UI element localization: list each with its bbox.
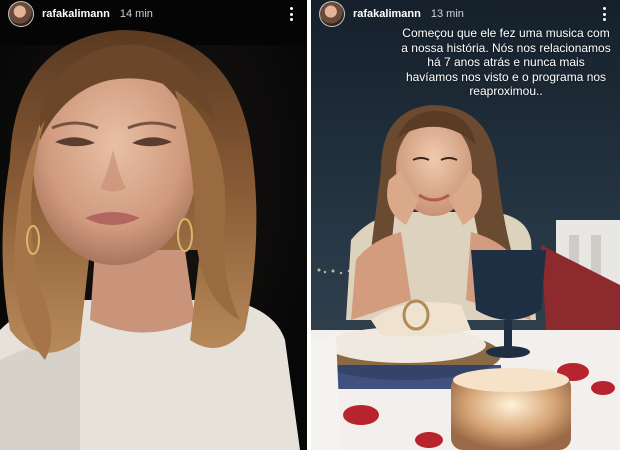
story-timestamp: 14 min <box>119 8 153 20</box>
story-caption: Começou que ele fez uma musica com a nos… <box>401 26 611 98</box>
profile-avatar[interactable] <box>8 1 34 27</box>
story-username[interactable]: rafakalimann <box>42 8 110 20</box>
vertical-ellipsis-icon[interactable] <box>283 5 299 23</box>
story-timestamp: 13 min <box>430 8 464 20</box>
story-photo-woman-closeup <box>0 0 307 450</box>
story-header: rafakalimann 14 min <box>0 0 307 28</box>
vertical-ellipsis-icon[interactable] <box>596 5 612 23</box>
profile-avatar[interactable] <box>319 1 345 27</box>
story-username[interactable]: rafakalimann <box>353 8 421 20</box>
story-left[interactable]: rafakalimann 14 min <box>0 0 307 450</box>
story-right[interactable]: rafakalimann 13 min Começou que ele fez … <box>311 0 620 450</box>
story-header: rafakalimann 13 min <box>311 0 620 28</box>
